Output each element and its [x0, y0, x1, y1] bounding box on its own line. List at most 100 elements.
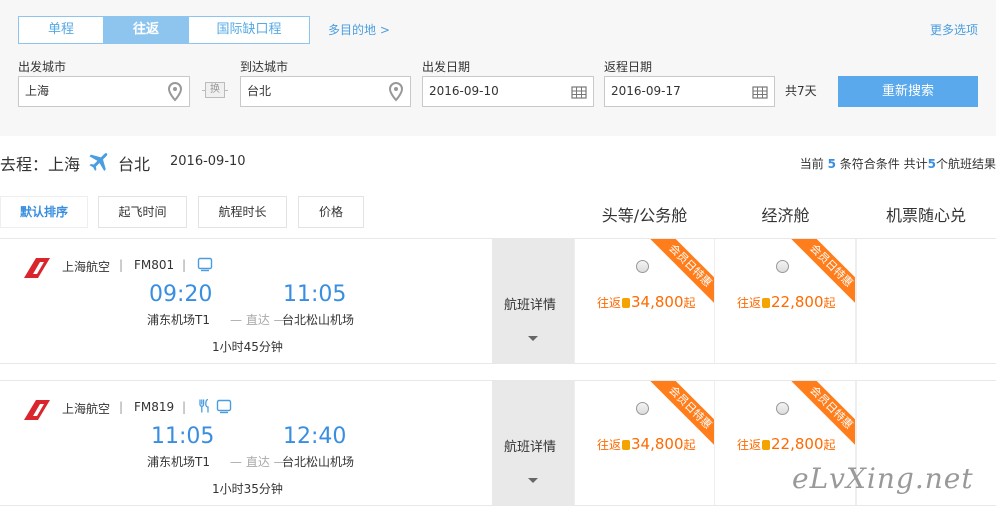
- flight-details-label: 航班详情: [504, 440, 557, 455]
- watermark: eLvXing.net: [792, 462, 974, 495]
- fare-radio[interactable]: [636, 260, 649, 273]
- flight-row: 上海航空 | FM801 | 09:20 11:05 浦东机场T1 — 直达 —…: [0, 238, 996, 364]
- more-options-link[interactable]: 更多选项: [930, 21, 978, 38]
- sort-duration[interactable]: 航程时长: [198, 196, 287, 228]
- coin-icon: [762, 440, 771, 450]
- column-points-redeem: 机票随心兑: [885, 206, 966, 225]
- fare-radio[interactable]: [636, 402, 649, 415]
- flight-number: FM801: [134, 258, 175, 272]
- price-from-suffix: 起: [823, 296, 836, 310]
- from-city-value: 上海: [25, 84, 50, 98]
- depart-date-label: 出发日期: [422, 60, 471, 74]
- entertainment-screen-icon[interactable]: [197, 256, 213, 272]
- price-from-suffix: 起: [683, 438, 696, 452]
- fare-economy: 会员日特惠 往返 22,800起: [715, 239, 856, 363]
- fare-first-business: 会员日特惠 往返 34,800起: [574, 381, 715, 505]
- total-days: 共7天: [785, 84, 817, 98]
- price-amount: 34,800: [631, 293, 684, 311]
- fare-first-business: 会员日特惠 往返 34,800起: [574, 239, 715, 363]
- tab-round-trip[interactable]: 往返: [104, 17, 189, 43]
- tab-open-jaw[interactable]: 国际缺口程: [189, 17, 309, 43]
- tab-one-way[interactable]: 单程: [19, 17, 104, 43]
- flight-details-label: 航班详情: [504, 298, 557, 313]
- calendar-icon: [752, 86, 768, 99]
- price-amount: 34,800: [631, 435, 684, 453]
- shanghai-airlines-logo: [24, 400, 50, 420]
- location-pin-icon: [388, 82, 404, 102]
- price-from-suffix: 起: [683, 296, 696, 310]
- price-amount: 22,800: [771, 293, 824, 311]
- from-city-input[interactable]: 上海: [18, 76, 190, 107]
- route-origin: 去程：上海: [0, 155, 81, 174]
- separator: |: [119, 258, 124, 272]
- flight-details-toggle[interactable]: 航班详情: [492, 239, 574, 363]
- departure-airport: 浦东机场T1: [147, 455, 210, 469]
- departure-time: 11:05: [151, 424, 215, 449]
- arrival-time: 11:05: [283, 282, 347, 307]
- sort-default[interactable]: 默认排序: [0, 196, 88, 228]
- search-again-button[interactable]: 重新搜索: [838, 76, 978, 107]
- return-date-value: 2016-09-17: [611, 84, 681, 98]
- entertainment-screen-icon[interactable]: [216, 398, 232, 414]
- separator: |: [119, 400, 124, 414]
- flight-details-toggle[interactable]: 航班详情: [492, 381, 574, 505]
- search-panel: 单程 往返 国际缺口程 多目的地 > 更多选项 出发城市 上海 换 到达城市 台…: [0, 0, 996, 136]
- roundtrip-label: 往返: [597, 296, 622, 310]
- arrival-airport: 台北松山机场: [282, 455, 355, 469]
- arrival-time: 12:40: [283, 424, 347, 449]
- swap-cities-button[interactable]: 换: [202, 82, 228, 98]
- route-summary: 去程：上海 台北 2016-09-10 当前 5 条符合条件 共计5个航班结果: [0, 148, 996, 176]
- flight-number: FM819: [134, 400, 175, 414]
- result-suffix: 个航班结果: [935, 157, 996, 171]
- sort-price[interactable]: 价格: [298, 196, 364, 228]
- from-city-label: 出发城市: [18, 60, 67, 74]
- flight-duration: 1小时35分钟: [212, 482, 283, 496]
- fare-radio[interactable]: [776, 260, 789, 273]
- meal-icon[interactable]: [197, 398, 213, 414]
- separator: |: [182, 258, 187, 272]
- trip-type-tabs: 单程 往返 国际缺口程: [18, 16, 310, 44]
- departure-time: 09:20: [149, 282, 213, 307]
- roundtrip-label: 往返: [737, 296, 762, 310]
- roundtrip-label: 往返: [737, 438, 762, 452]
- column-first-business: 头等/公务舱: [601, 206, 688, 225]
- to-city-value: 台北: [247, 84, 272, 98]
- price-from-suffix: 起: [823, 438, 836, 452]
- price-amount: 22,800: [771, 435, 824, 453]
- arrival-airport: 台北松山机场: [282, 313, 355, 327]
- calendar-icon: [571, 86, 587, 99]
- airplane-icon: [89, 153, 108, 171]
- matching-count: 5: [827, 157, 836, 171]
- result-mid: 条符合条件 共计: [839, 157, 928, 171]
- return-date-input[interactable]: 2016-09-17: [604, 76, 775, 107]
- depart-date-input[interactable]: 2016-09-10: [422, 76, 594, 107]
- sort-departure-time[interactable]: 起飞时间: [98, 196, 187, 228]
- fare-price: 往返 22,800起: [737, 435, 836, 453]
- roundtrip-label: 往返: [597, 438, 622, 452]
- coin-icon: [622, 298, 631, 308]
- points-redeem-cell: [856, 239, 996, 363]
- to-city-label: 到达城市: [240, 60, 289, 74]
- location-pin-icon: [167, 82, 183, 102]
- fare-radio[interactable]: [776, 402, 789, 415]
- total-count: 5: [927, 157, 936, 171]
- airline-name: 上海航空: [62, 402, 111, 416]
- direct-flight-label: — 直达 —: [230, 313, 286, 327]
- flight-duration: 1小时45分钟: [212, 340, 283, 354]
- route-destination: 台北: [118, 155, 151, 174]
- route-date: 2016-09-10: [170, 154, 246, 169]
- to-city-input[interactable]: 台北: [240, 76, 411, 107]
- fare-price: 往返 34,800起: [597, 435, 696, 453]
- result-prefix: 当前: [799, 157, 824, 171]
- multi-destination-link[interactable]: 多目的地 >: [328, 21, 390, 38]
- direct-flight-label: — 直达 —: [230, 455, 286, 469]
- caret-down-icon: [528, 478, 538, 483]
- depart-date-value: 2016-09-10: [429, 84, 499, 98]
- departure-airport: 浦东机场T1: [147, 313, 210, 327]
- result-count: 当前 5 条符合条件 共计5个航班结果: [800, 155, 996, 172]
- return-date-label: 返程日期: [604, 60, 653, 74]
- caret-down-icon: [528, 336, 538, 341]
- separator: |: [182, 400, 187, 414]
- column-economy: 经济舱: [761, 206, 810, 225]
- coin-icon: [762, 298, 771, 308]
